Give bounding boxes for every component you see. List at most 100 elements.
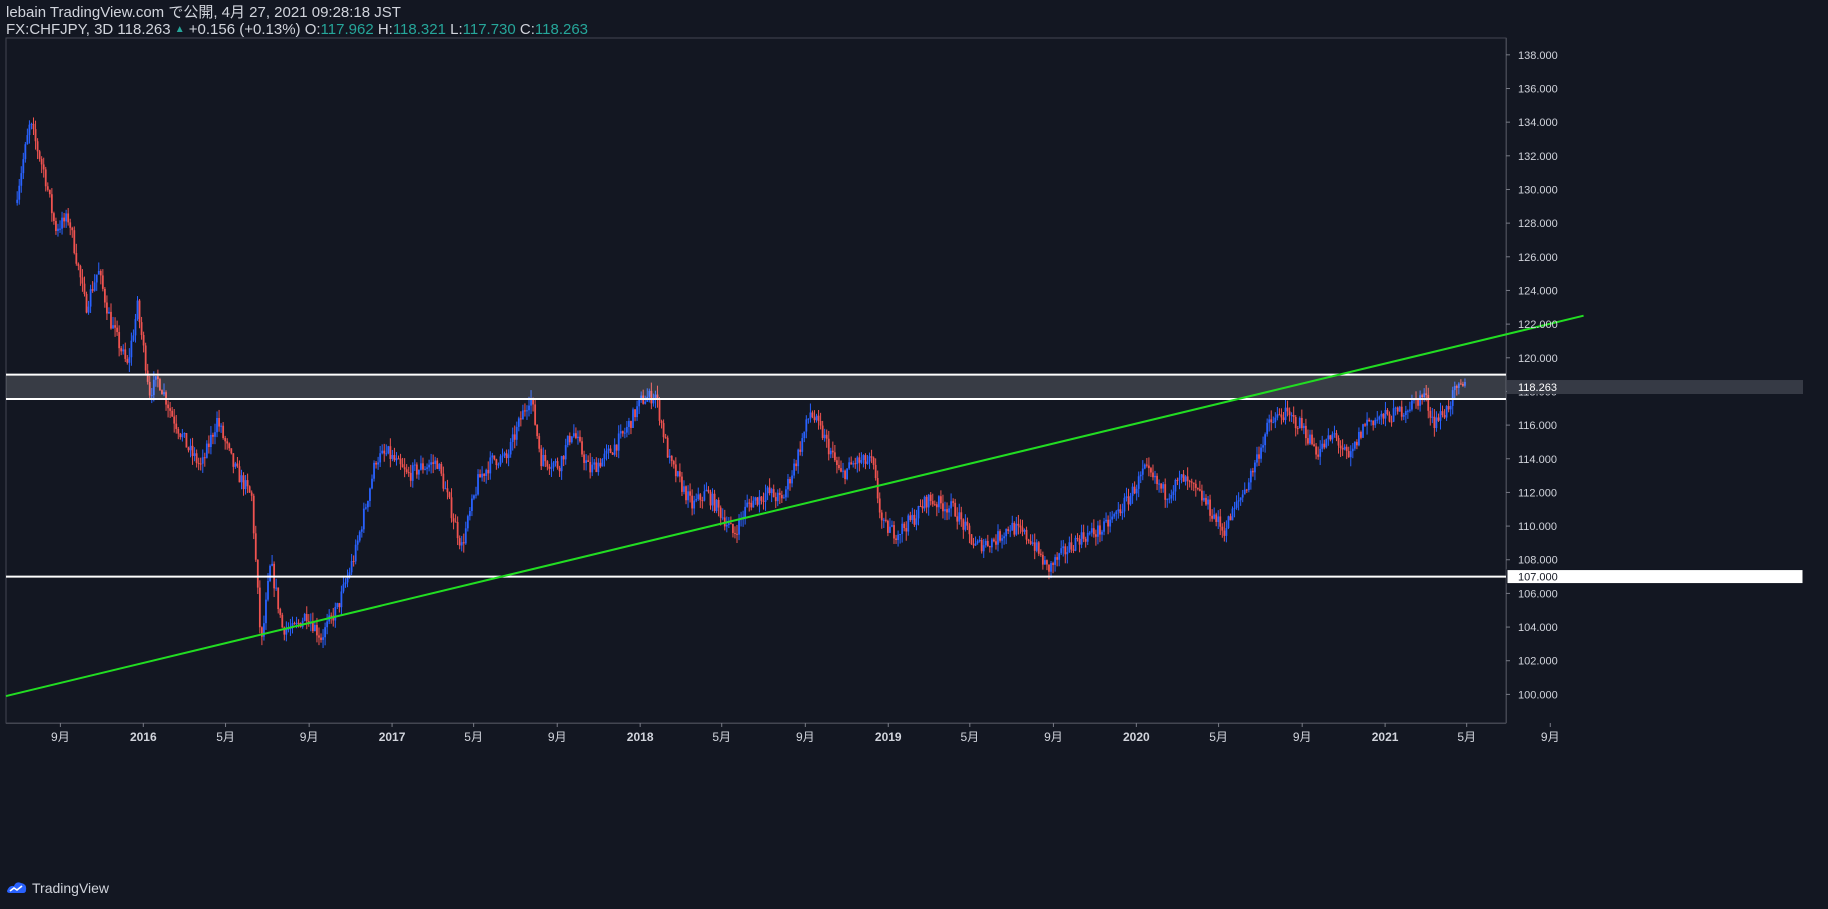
candle-body [342, 584, 345, 592]
candle-body [1298, 417, 1301, 429]
candle-body [927, 494, 930, 508]
candle-body [538, 436, 541, 449]
candle-body [1227, 516, 1230, 529]
candle-body [1249, 470, 1252, 483]
candle-body [644, 401, 647, 404]
candle-body [579, 436, 581, 442]
candle-body [138, 300, 141, 323]
candle-body [1009, 530, 1012, 532]
ohlc-legend[interactable]: FX:CHFJPY, 3D 118.263 ▲ +0.156 (+0.13%) … [6, 21, 588, 38]
candle-body [524, 410, 526, 412]
candle-body [471, 498, 473, 511]
candle-body [870, 456, 873, 458]
candle-body [727, 523, 730, 525]
candle-body [1341, 448, 1344, 450]
candle-body [1441, 411, 1444, 416]
candle-body [238, 466, 241, 483]
candle-body [1099, 525, 1101, 535]
candle-body [609, 448, 612, 453]
candle-body [1349, 451, 1352, 458]
symbol-label[interactable]: FX:CHFJPY, 3D [6, 21, 113, 38]
candle-body [454, 521, 457, 523]
candle-body [540, 448, 543, 467]
candle-body [1088, 532, 1091, 534]
candle-body [697, 494, 700, 499]
candle-body [505, 453, 508, 459]
change-value: +0.156 (+0.13%) [188, 21, 301, 38]
candle-body [293, 623, 296, 625]
candle-body [1390, 421, 1393, 423]
candle-body [1270, 419, 1273, 423]
candle-body [570, 436, 573, 443]
candle-body [1315, 446, 1318, 455]
candle-body [46, 186, 49, 190]
price-axis[interactable]: 138.000 136.000 134.000 132.000 130.000 128.0… [1506, 50, 1804, 702]
candle-body [503, 453, 506, 456]
candle-body [711, 493, 714, 506]
candle-body [1035, 542, 1038, 551]
candle-body [1125, 496, 1128, 498]
candle-body [250, 492, 253, 496]
candle-body [762, 500, 765, 502]
candle-body [1319, 448, 1322, 457]
candle-body [954, 502, 957, 517]
candle-body [497, 464, 500, 466]
candle-body [566, 435, 569, 446]
candle-body [666, 437, 669, 458]
candle-body [1388, 414, 1391, 422]
candle-body [554, 461, 557, 463]
candle-body [1300, 417, 1303, 429]
candle-body [434, 460, 437, 465]
candle-body [715, 499, 718, 512]
time-axis[interactable]: 9月 2016 5月 9月 2017 5月 9月 2018 5月 9月 2019 5月 9月 2020 5月… [51, 723, 1560, 744]
candle-body [1033, 542, 1036, 551]
candle-body [1152, 472, 1154, 478]
candle-body [1366, 419, 1368, 426]
tradingview-brand[interactable]: TradingView [6, 880, 109, 896]
y-tick-label: 124.000 [1518, 285, 1558, 297]
candle-body [956, 516, 959, 522]
candle-body [1219, 516, 1222, 527]
candle-body [685, 486, 687, 501]
candle-body [95, 274, 98, 283]
candle-body [725, 524, 728, 527]
candle-body [377, 462, 380, 465]
candle-body [901, 523, 904, 534]
candle-body [905, 528, 908, 532]
candle-body [917, 506, 920, 519]
candle-body [360, 529, 363, 532]
candle-body [575, 433, 577, 438]
candle-body [1247, 482, 1250, 491]
candle-body [191, 445, 194, 456]
candle-body [795, 463, 798, 467]
candle-body [840, 468, 842, 472]
candle-body [821, 425, 824, 439]
candle-body [717, 499, 720, 508]
candle-body [226, 441, 229, 444]
y-tick-label: 126.000 [1518, 252, 1558, 264]
candle-body [703, 491, 706, 501]
candle-body [1123, 497, 1126, 512]
candle-body [662, 423, 665, 438]
candle-body [128, 357, 131, 363]
candle-body [409, 472, 412, 481]
candle-body [854, 463, 857, 465]
candle-body [99, 270, 102, 276]
x-tick-label: 9月 [796, 730, 815, 744]
candle-body [550, 467, 553, 469]
candle-body [1417, 399, 1419, 406]
candle-body [340, 591, 343, 608]
candle-body [1353, 441, 1356, 449]
candle-body [693, 500, 696, 509]
candle-body [364, 507, 367, 509]
candle-body [591, 464, 594, 473]
candle-body [179, 433, 182, 438]
price-chart[interactable]: 138.000 136.000 134.000 132.000 130.000 128.0… [0, 0, 1828, 909]
candle-body [970, 534, 973, 545]
candle-body [48, 189, 51, 195]
candle-body [108, 311, 110, 314]
candle-body [1225, 528, 1228, 536]
candle-body [1160, 483, 1163, 489]
candle-body [371, 478, 373, 489]
low-value: 117.730 [462, 21, 516, 38]
